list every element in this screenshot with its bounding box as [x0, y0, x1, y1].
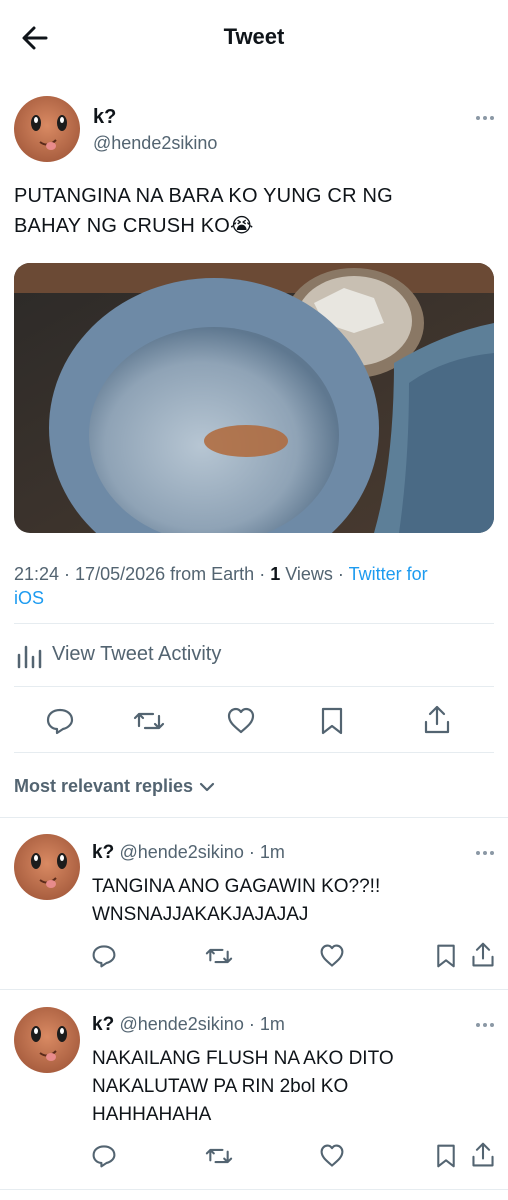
reply-author-handle[interactable]: @hende2sikino — [119, 1014, 243, 1034]
reply-text: TANGINA ANO GAGAWIN KO??!! WNSNAJJAKAKJA… — [92, 873, 472, 929]
sort-label[interactable]: Most relevant replies — [14, 776, 193, 796]
views-count: 1 — [270, 564, 281, 584]
client-label[interactable]: Twitter for — [349, 564, 428, 584]
reply-icon[interactable] — [91, 943, 117, 969]
avatar[interactable] — [14, 834, 80, 900]
avatar[interactable] — [14, 1007, 80, 1073]
reply-author-handle[interactable]: @hende2sikino — [119, 842, 243, 862]
activity-chart-icon[interactable] — [16, 643, 44, 669]
reply-text-line: NAKAILANG FLUSH NA AKO DITO — [92, 1048, 394, 1069]
reply-header: k? @hende2sikino · 1m — [92, 1014, 285, 1035]
chevron-down-icon[interactable] — [198, 780, 216, 794]
views-label: Views — [285, 564, 333, 584]
reply-icon[interactable] — [45, 706, 75, 736]
like-icon[interactable] — [226, 706, 256, 736]
divider — [14, 752, 494, 753]
page-title: Tweet — [223, 24, 285, 49]
divider — [14, 623, 494, 624]
share-icon[interactable] — [470, 941, 496, 967]
author-handle[interactable]: @hende2sikino — [93, 133, 217, 154]
divider — [14, 686, 494, 687]
reply-author-name[interactable]: k? — [92, 1014, 114, 1035]
reply-text-line: WNSNAJJAKAKJAJAJAJ — [92, 904, 309, 925]
bookmark-icon[interactable] — [318, 706, 348, 736]
avatar[interactable] — [14, 96, 80, 162]
client-label-cont[interactable]: iOS — [14, 588, 44, 608]
retweet-icon[interactable] — [205, 1143, 233, 1169]
retweet-icon[interactable] — [133, 706, 165, 736]
reply-author-name[interactable]: k? — [92, 842, 114, 863]
share-icon[interactable] — [470, 1141, 496, 1167]
more-icon[interactable] — [474, 843, 496, 863]
tweet-text-line: BAHAY NG CRUSH KO😭 — [14, 215, 254, 237]
tweet-photo[interactable] — [14, 263, 494, 533]
reply-text: NAKAILANG FLUSH NA AKO DITO NAKALUTAW PA… — [92, 1045, 472, 1129]
tweet-text-line: PUTANGINA NA BARA KO YUNG CR NG — [14, 185, 393, 207]
more-icon[interactable] — [474, 108, 496, 128]
replies-sort-button[interactable]: Most relevant replies — [14, 776, 216, 797]
bookmark-icon[interactable] — [434, 943, 460, 969]
reply-text-line: NAKALUTAW PA RIN 2bol KO — [92, 1076, 349, 1097]
reply-text-line: HAHHAHAHA — [92, 1104, 212, 1125]
reply-time[interactable]: 1m — [260, 842, 285, 862]
like-icon[interactable] — [319, 1143, 345, 1169]
tweet-text: PUTANGINA NA BARA KO YUNG CR NG BAHAY NG… — [14, 181, 484, 241]
tweet-date[interactable]: 17/05/2026 — [75, 564, 165, 584]
divider — [0, 1189, 508, 1190]
like-icon[interactable] — [319, 943, 345, 969]
reply-header: k? @hende2sikino · 1m — [92, 842, 285, 863]
author-name[interactable]: k? — [93, 106, 116, 129]
reply-text-line: TANGINA ANO GAGAWIN KO??!! — [92, 876, 381, 897]
bookmark-icon[interactable] — [434, 1143, 460, 1169]
reply-time[interactable]: 1m — [260, 1014, 285, 1034]
tweet-time[interactable]: 21:24 — [14, 564, 59, 584]
reply-icon[interactable] — [91, 1143, 117, 1169]
share-icon[interactable] — [422, 704, 452, 734]
view-activity-link[interactable]: View Tweet Activity — [52, 643, 221, 666]
more-icon[interactable] — [474, 1015, 496, 1035]
tweet-location: from Earth — [170, 564, 255, 584]
retweet-icon[interactable] — [205, 943, 233, 969]
tweet-meta: 21:24 · 17/05/2026 from Earth · 1 Views … — [14, 564, 428, 608]
